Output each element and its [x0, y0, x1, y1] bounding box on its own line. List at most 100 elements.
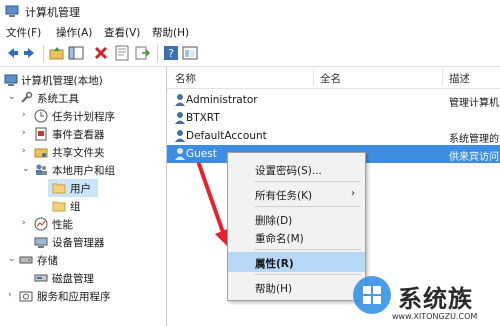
- expanded-chevron-icon[interactable]: ⌄: [8, 254, 16, 264]
- list-header: 名称 全名 描述: [167, 67, 500, 89]
- column-header-description[interactable]: 描述: [449, 71, 470, 86]
- user-icon: [175, 130, 185, 142]
- user-description: 系统管理的: [449, 134, 499, 145]
- window-title: 计算机管理: [25, 6, 80, 19]
- tree-item-task-scheduler[interactable]: › 任务计划程序: [0, 107, 165, 125]
- event-log-icon: [35, 127, 47, 141]
- show-tree-icon[interactable]: [68, 45, 84, 61]
- menu-item-set-password[interactable]: 设置密码(S)...: [228, 159, 365, 179]
- storage-icon: [19, 256, 33, 264]
- menu-item-label: 重命名(M): [255, 233, 304, 245]
- menu-item-properties[interactable]: 属性(R): [228, 252, 365, 272]
- tree-label: 服务和应用程序: [37, 291, 111, 303]
- tree-label: 磁盘管理: [52, 273, 94, 285]
- tree-label: 事件查看器: [52, 129, 105, 141]
- expanded-chevron-icon[interactable]: ⌄: [22, 164, 30, 174]
- expanded-chevron-icon[interactable]: ⌄: [8, 92, 16, 102]
- tree-label: 用户: [70, 183, 91, 195]
- column-divider[interactable]: [442, 69, 443, 86]
- collapsed-chevron-icon[interactable]: ›: [22, 146, 30, 156]
- up-folder-icon[interactable]: [49, 45, 65, 61]
- tree-item-system-tools[interactable]: ⌄ 系统工具: [0, 89, 165, 107]
- collapsed-chevron-icon[interactable]: ›: [22, 128, 30, 138]
- navigation-tree: 计算机管理(本地) ⌄ 系统工具 › 任务计划程序 › 事件查看器 › 共享文件…: [0, 67, 167, 326]
- console-icon[interactable]: [182, 45, 198, 61]
- tree-item-device-manager[interactable]: 设备管理器: [0, 233, 165, 251]
- submenu-arrow-icon: ›: [351, 188, 355, 199]
- tree-item-performance[interactable]: › 性能: [0, 215, 165, 233]
- help-icon[interactable]: ?: [163, 45, 179, 61]
- export-icon[interactable]: [134, 45, 150, 61]
- menu-file[interactable]: 文件(F): [6, 25, 41, 40]
- tree-item-local-users-groups[interactable]: ⌄ 本地用户和组: [0, 161, 165, 179]
- user-name: DefaultAccount: [186, 130, 267, 142]
- tree-item-storage[interactable]: ⌄ 存储: [0, 251, 165, 269]
- tree-item-event-viewer[interactable]: › 事件查看器: [0, 125, 165, 143]
- column-header-name[interactable]: 名称: [175, 71, 196, 86]
- user-name: Guest: [186, 148, 217, 160]
- user-icon: [175, 148, 185, 160]
- menu-item-label: 属性(R): [255, 258, 294, 270]
- table-row[interactable]: DefaultAccount 系统管理的: [167, 127, 500, 145]
- toolbar-separator: [43, 45, 44, 62]
- tree-item-services-apps[interactable]: › 服务和应用程序: [0, 287, 165, 305]
- menu-item-label: 所有任务(K): [255, 190, 313, 202]
- tree-label: 计算机管理(本地): [21, 75, 103, 87]
- tree-label: 系统工具: [37, 93, 79, 105]
- tree-label: 共享文件夹: [52, 147, 105, 159]
- toolbar: ?: [0, 41, 500, 67]
- menu-item-help[interactable]: 帮助(H): [228, 277, 365, 297]
- menu-separator: [254, 181, 361, 182]
- services-icon: [19, 291, 33, 302]
- menu-item-label: 删除(D): [255, 215, 293, 227]
- properties-icon[interactable]: [114, 45, 130, 61]
- menu-item-all-tasks[interactable]: 所有任务(K) ›: [228, 184, 365, 204]
- toolbar-separator: [157, 45, 158, 62]
- tree-item-users[interactable]: 用户: [48, 179, 98, 197]
- menu-item-rename[interactable]: 重命名(M): [228, 227, 365, 247]
- clock-icon: [34, 109, 48, 123]
- shared-folder-icon: [34, 148, 48, 158]
- watermark-url: www.XITONGZU.COM: [392, 312, 478, 321]
- device-manager-icon: [34, 237, 48, 248]
- menu-separator: [254, 249, 361, 250]
- menu-separator: [254, 206, 361, 207]
- delete-icon[interactable]: [93, 45, 109, 61]
- menu-action[interactable]: 操作(A): [56, 25, 92, 40]
- user-icon: [175, 94, 185, 106]
- computer-management-icon: [4, 74, 18, 86]
- collapsed-chevron-icon[interactable]: ›: [22, 110, 30, 120]
- menu-view[interactable]: 查看(V): [104, 25, 140, 40]
- context-menu: 设置密码(S)... 所有任务(K) › 删除(D) 重命名(M) 属性(R) …: [227, 152, 366, 301]
- tree-label: 任务计划程序: [52, 111, 115, 123]
- tree-item-shared-folders[interactable]: › 共享文件夹: [0, 143, 165, 161]
- collapsed-chevron-icon[interactable]: ›: [22, 218, 30, 228]
- tree-item-root[interactable]: 计算机管理(本地): [0, 71, 165, 89]
- tree-label: 存储: [37, 255, 58, 267]
- forward-icon[interactable]: [22, 45, 38, 61]
- tree-label: 本地用户和组: [52, 165, 115, 177]
- tree-item-disk-management[interactable]: 磁盘管理: [0, 269, 165, 287]
- user-name: BTXRT: [186, 112, 220, 124]
- tree-label: 组: [70, 201, 81, 213]
- back-icon[interactable]: [4, 45, 20, 61]
- tree-label: 设备管理器: [52, 237, 105, 249]
- column-header-fullname[interactable]: 全名: [320, 71, 341, 86]
- performance-icon: [34, 217, 48, 231]
- menu-item-label: 设置密码(S)...: [255, 165, 322, 177]
- menu-help[interactable]: 帮助(H): [152, 25, 189, 40]
- svg-text:?: ?: [168, 47, 174, 60]
- tree-item-groups[interactable]: 组: [48, 197, 108, 215]
- computer-management-icon: [5, 5, 19, 17]
- windows-logo-icon: [353, 276, 391, 314]
- folder-icon: [52, 201, 66, 212]
- column-divider[interactable]: [313, 69, 314, 86]
- users-group-icon: [36, 164, 47, 175]
- menu-item-delete[interactable]: 删除(D): [228, 209, 365, 229]
- watermark: 系统族 www.XITONGZU.COM: [352, 265, 500, 326]
- table-row[interactable]: BTXRT: [167, 109, 500, 127]
- tools-icon: [21, 91, 33, 103]
- table-row[interactable]: Administrator 管理计算机: [167, 91, 500, 109]
- user-description: 供来宾访问: [449, 152, 499, 163]
- collapsed-chevron-icon[interactable]: ›: [8, 290, 16, 300]
